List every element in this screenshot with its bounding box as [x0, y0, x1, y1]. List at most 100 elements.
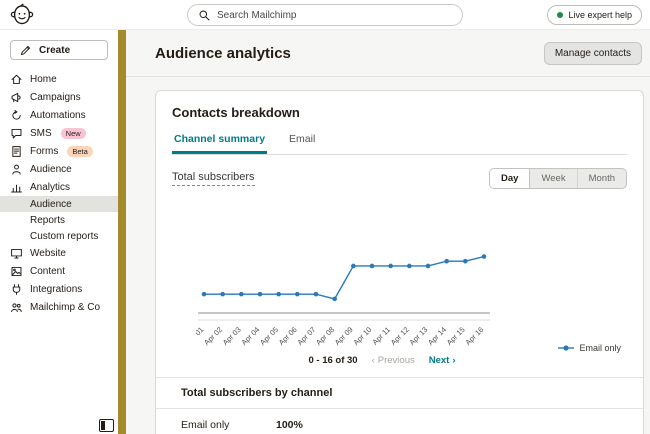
range-week-button[interactable]: Week — [530, 169, 578, 188]
person-icon — [10, 163, 23, 176]
mailchimp-logo[interactable] — [10, 3, 34, 27]
sidebar-item-analytics[interactable]: Analytics — [0, 178, 118, 196]
sidebar-item-content[interactable]: Content — [0, 262, 118, 280]
legend-dot-icon — [558, 345, 575, 351]
svg-text:Apr 15: Apr 15 — [445, 325, 467, 347]
sidebar-item-label: Campaigns — [30, 91, 81, 103]
card-title: Contacts breakdown — [172, 105, 300, 120]
next-label: Next — [428, 355, 450, 366]
sidebar-item-sms[interactable]: SMS New — [0, 124, 118, 142]
sidebar-item-label: Content — [30, 265, 66, 277]
plug-icon — [10, 283, 23, 296]
sidebar-accent-strip — [118, 30, 126, 434]
sidebar-item-label: Automations — [30, 109, 86, 121]
svg-text:Apr 10: Apr 10 — [351, 325, 373, 347]
page-title: Audience analytics — [155, 45, 291, 62]
svg-text:Apr 14: Apr 14 — [426, 325, 448, 347]
monitor-icon — [10, 247, 23, 260]
sidebar-item-automations[interactable]: Automations — [0, 106, 118, 124]
svg-text:Apr 02: Apr 02 — [202, 325, 224, 347]
sidebar-item-label: Website — [30, 247, 66, 259]
pagination-range: 0 - 16 of 30 — [308, 355, 358, 366]
breakdown-row: Email only 100% — [172, 409, 627, 434]
sidebar-item-home[interactable]: Home — [0, 70, 118, 88]
sidebar-item-label: Reports — [30, 214, 66, 226]
create-button[interactable]: Create — [10, 40, 108, 60]
search-input[interactable] — [217, 9, 452, 21]
help-label: Live expert help — [568, 10, 632, 20]
range-month-button[interactable]: Month — [578, 169, 626, 188]
online-status-dot — [557, 12, 564, 18]
sidebar-item-label: Custom reports — [30, 230, 99, 242]
svg-text:Apr 08: Apr 08 — [314, 325, 336, 347]
home-icon — [10, 73, 23, 86]
range-day-button[interactable]: Day — [490, 169, 531, 188]
previous-button[interactable]: ‹ Previous — [372, 355, 415, 366]
tab-channel-summary[interactable]: Channel summary — [172, 133, 268, 154]
channel-percent: 100% — [276, 419, 303, 431]
chevron-left-icon: ‹ — [371, 355, 375, 366]
sidebar-subitem-reports[interactable]: Reports — [0, 212, 118, 228]
channel-name: Email only — [181, 419, 230, 431]
chart-pagination: 0 - 16 of 30 ‹ Previous Next › — [172, 355, 592, 366]
svg-text:Apr 03: Apr 03 — [221, 325, 243, 347]
sidebar-item-forms[interactable]: Forms Beta — [0, 142, 118, 160]
page-header: Audience analytics Manage contacts — [126, 30, 650, 77]
sidebar-item-label: Audience — [30, 163, 72, 175]
sidebar: Create Home Campaigns Automations SMS Ne… — [0, 30, 118, 434]
svg-text:Apr 09: Apr 09 — [333, 325, 355, 347]
search-icon — [198, 9, 211, 22]
main-content: Audience analytics Manage contacts Conta… — [126, 30, 650, 434]
automations-icon — [10, 109, 23, 122]
contacts-breakdown-card: Contacts breakdown Channel summary Email… — [155, 90, 644, 434]
tab-email[interactable]: Email — [287, 133, 317, 154]
svg-text:Apr 11: Apr 11 — [370, 325, 392, 347]
people-icon — [10, 301, 23, 314]
legend-label: Email only — [579, 343, 621, 353]
sidebar-item-mailchimp-co[interactable]: Mailchimp & Co — [0, 298, 118, 316]
subscribers-line-chart: Apr 01 Apr 02 Apr 03 Apr 04 Apr 05 Apr 06 Apr … — [172, 193, 627, 355]
card-tabs: Channel summary Email — [172, 133, 627, 155]
image-icon — [10, 265, 23, 278]
live-expert-help-button[interactable]: Live expert help — [547, 5, 642, 25]
sidebar-item-integrations[interactable]: Integrations — [0, 280, 118, 298]
search-bar[interactable] — [187, 4, 463, 26]
document-icon — [10, 145, 23, 158]
bar-chart-icon — [10, 181, 23, 194]
sidebar-item-audience[interactable]: Audience — [0, 160, 118, 178]
megaphone-icon — [10, 91, 23, 104]
sidebar-subitem-custom-reports[interactable]: Custom reports — [0, 228, 118, 244]
sidebar-item-label: Mailchimp & Co — [30, 301, 101, 313]
sidebar-item-label: Forms — [30, 145, 59, 157]
total-subscribers-label[interactable]: Total subscribers — [172, 171, 255, 186]
topbar: Live expert help — [0, 0, 650, 30]
sidebar-item-campaigns[interactable]: Campaigns — [0, 88, 118, 106]
manage-contacts-button[interactable]: Manage contacts — [543, 42, 642, 65]
sidebar-item-label: Audience — [30, 198, 72, 210]
next-button[interactable]: Next › — [429, 355, 456, 366]
previous-label: Previous — [377, 355, 415, 366]
range-toggle: Day Week Month — [489, 168, 627, 189]
svg-text:Apr 13: Apr 13 — [407, 325, 429, 347]
sidebar-item-label: Analytics — [30, 181, 71, 193]
sidebar-item-website[interactable]: Website — [0, 244, 118, 262]
sidebar-item-label: Integrations — [30, 283, 83, 295]
create-label: Create — [39, 44, 71, 56]
svg-text:Apr 05: Apr 05 — [258, 325, 280, 347]
metric-row: Total subscribers Day Week Month — [172, 168, 627, 189]
svg-text:Apr 16: Apr 16 — [463, 325, 485, 347]
svg-text:Apr 04: Apr 04 — [239, 325, 261, 347]
breakdown-title: Total subscribers by channel — [181, 387, 333, 399]
chart-legend: Email only — [558, 343, 621, 353]
sidebar-item-label: Home — [30, 73, 57, 85]
line-chart-canvas: Apr 01Apr 02Apr 03Apr 04Apr 05Apr 06Apr … — [196, 254, 490, 347]
chat-bubble-icon — [10, 127, 23, 140]
new-badge: New — [60, 127, 86, 139]
chevron-right-icon: › — [452, 355, 456, 366]
svg-text:Apr 12: Apr 12 — [389, 325, 411, 347]
sidebar-subitem-audience[interactable]: Audience — [0, 196, 118, 212]
sidebar-item-label: SMS — [30, 127, 52, 139]
svg-text:Apr 07: Apr 07 — [295, 325, 317, 347]
svg-text:Apr 06: Apr 06 — [277, 325, 299, 347]
collapse-nav-button[interactable] — [99, 419, 114, 432]
